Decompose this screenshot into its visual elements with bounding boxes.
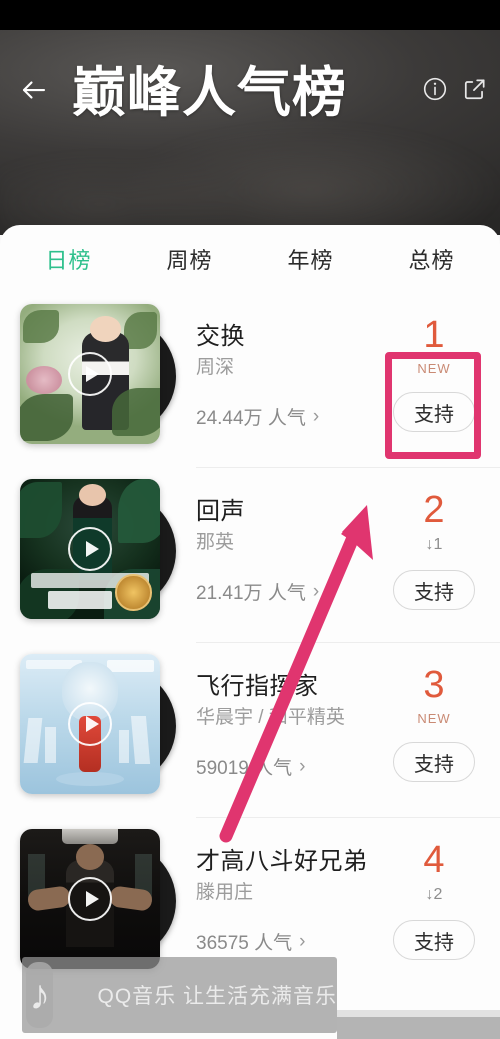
heat-count-row[interactable]: 24.44万 人气 › <box>196 403 382 430</box>
chevron-right-icon: › <box>312 580 320 602</box>
rank-column: 3 NEW 支持 <box>382 651 486 782</box>
status-bar <box>0 0 500 30</box>
album-art[interactable] <box>20 479 160 619</box>
play-circle-icon[interactable] <box>68 352 112 396</box>
album-art[interactable] <box>20 654 160 794</box>
header-bar: 巅峰人气榜 <box>0 30 500 130</box>
song-title: 回声 <box>196 498 245 525</box>
ranking-tabs: 日榜 周榜 年榜 总榜 <box>0 225 500 293</box>
chevron-right-icon: › <box>299 930 306 952</box>
play-circle-icon[interactable] <box>68 527 112 571</box>
app-screen: 巅峰人气榜 日榜 周榜 年榜 总榜 交换 周深 24.44万 人气 › 1 NE… <box>0 0 500 1039</box>
content-sheet: 日榜 周榜 年榜 总榜 交换 周深 24.44万 人气 › 1 NEW 支持 回… <box>0 225 500 1039</box>
tab-overall[interactable]: 总榜 <box>371 243 492 275</box>
song-info: 才高八斗好兄弟 滕用庄 36575 人气 › <box>178 826 382 955</box>
heat-count-row[interactable]: 36575 人气 › <box>196 928 382 955</box>
tab-daily[interactable]: 日榜 <box>8 243 129 275</box>
rank-new-badge: NEW <box>417 711 451 726</box>
rank-column: 1 NEW 支持 <box>382 301 486 432</box>
song-artist: 那英 <box>196 532 235 553</box>
song-title: 飞行指挥家 <box>196 673 319 700</box>
heat-count: 24.44万 人气 <box>196 408 306 429</box>
rank-number: 2 <box>423 489 445 531</box>
info-circle-icon[interactable] <box>422 76 448 102</box>
header-actions <box>422 76 488 102</box>
play-circle-icon[interactable] <box>68 702 112 746</box>
song-artist: 滕用庄 <box>196 882 254 903</box>
rank-number: 3 <box>423 664 445 706</box>
page-title: 巅峰人气榜 <box>72 63 347 123</box>
album-art[interactable] <box>20 829 160 969</box>
rank-column: 4 ↓2 支持 <box>382 826 486 960</box>
chevron-right-icon: › <box>299 755 306 777</box>
song-artist: 周深 <box>196 357 235 378</box>
heat-count-row[interactable]: 59019 人气 › <box>196 753 382 780</box>
support-button[interactable]: 支持 <box>393 742 475 782</box>
song-info: 回声 那英 21.41万 人气 › <box>178 476 382 605</box>
table-row[interactable]: 飞行指挥家 华晨宇 / 和平精英 59019 人气 › 3 NEW 支持 <box>0 643 500 818</box>
heat-count: 21.41万 人气 <box>196 583 306 604</box>
ranking-list: 交换 周深 24.44万 人气 › 1 NEW 支持 回声 那英 21.41万 … <box>0 293 500 993</box>
rank-column: 2 ↓1 支持 <box>382 476 486 610</box>
album-art-container[interactable] <box>18 651 178 809</box>
song-info: 飞行指挥家 华晨宇 / 和平精英 59019 人气 › <box>178 651 382 780</box>
bottom-strip-gray <box>337 1017 500 1039</box>
support-button[interactable]: 支持 <box>393 392 475 432</box>
song-title: 才高八斗好兄弟 <box>196 848 368 875</box>
tab-weekly[interactable]: 周榜 <box>129 243 250 275</box>
rank-number: 4 <box>423 839 445 881</box>
album-art[interactable] <box>20 304 160 444</box>
heat-count: 59019 人气 <box>196 758 293 779</box>
album-art-container[interactable] <box>18 301 178 459</box>
tab-yearly[interactable]: 年榜 <box>250 243 371 275</box>
bottom-strip-light <box>337 1010 500 1017</box>
album-art-container[interactable] <box>18 476 178 634</box>
heat-count: 36575 人气 <box>196 933 293 954</box>
music-note-icon: ♪ <box>26 962 54 1028</box>
support-button[interactable]: 支持 <box>393 570 475 610</box>
song-artist: 华晨宇 / 和平精英 <box>196 707 345 728</box>
heat-count-row[interactable]: 21.41万 人气 › <box>196 578 382 605</box>
rank-change: ↓1 <box>425 536 443 553</box>
back-arrow-icon[interactable] <box>14 70 54 110</box>
rank-change: ↓2 <box>425 886 443 903</box>
support-button[interactable]: 支持 <box>393 920 475 960</box>
table-row[interactable]: 交换 周深 24.44万 人气 › 1 NEW 支持 <box>0 293 500 468</box>
rank-number: 1 <box>423 314 445 356</box>
music-note-glyph: ♪ <box>29 971 51 1018</box>
song-info: 交换 周深 24.44万 人气 › <box>178 301 382 430</box>
table-row[interactable]: 回声 那英 21.41万 人气 › 2 ↓1 支持 <box>0 468 500 643</box>
watermark-text: QQ音乐 让生活充满音乐 <box>97 985 337 1008</box>
share-external-link-icon[interactable] <box>462 76 488 102</box>
chevron-right-icon: › <box>312 405 320 427</box>
song-title: 交换 <box>196 323 245 350</box>
rank-new-badge: NEW <box>417 361 451 376</box>
play-circle-icon[interactable] <box>68 877 112 921</box>
qq-music-watermark: ♪ QQ音乐 让生活充满音乐 <box>22 957 337 1033</box>
